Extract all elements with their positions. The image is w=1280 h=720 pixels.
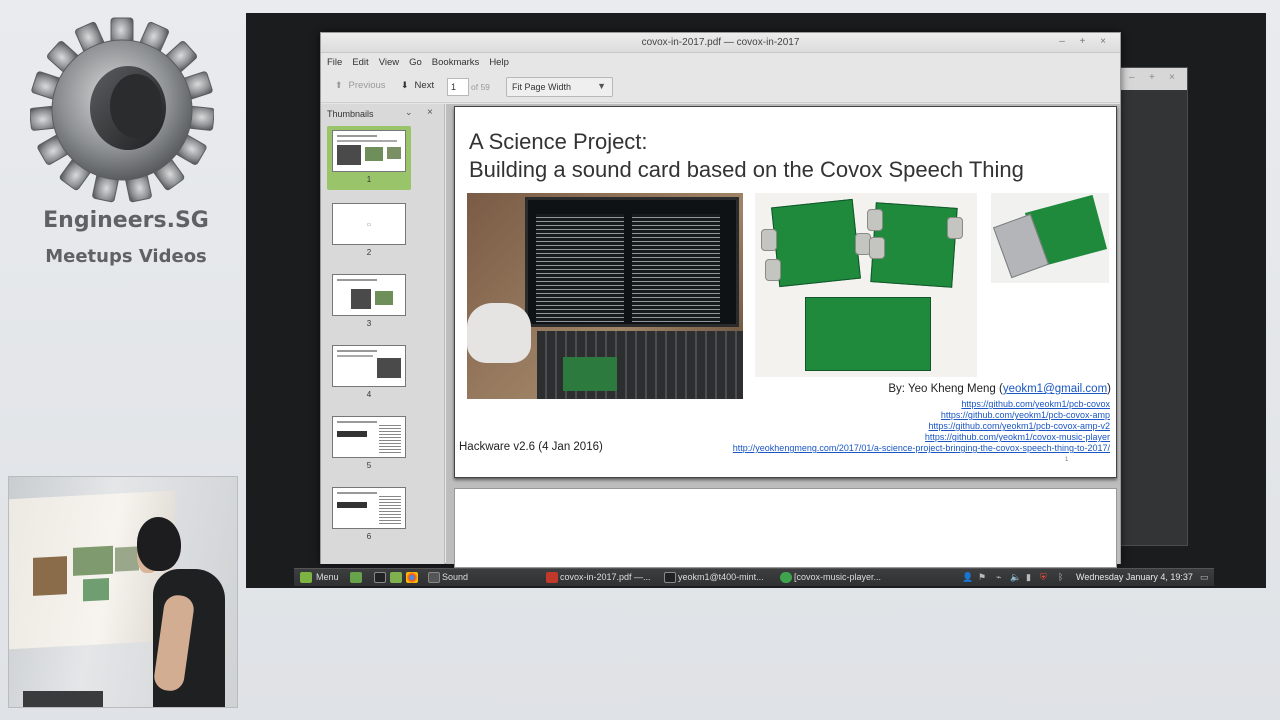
brand-title: Engineers.SG xyxy=(43,208,209,233)
chevron-down-icon: ▼ xyxy=(597,81,606,91)
terminal-task-icon xyxy=(664,572,676,583)
document-view[interactable]: A Science Project: Building a sound card… xyxy=(446,104,1120,568)
link-pcb-covox-amp-v2[interactable]: https://github.com/yeokm1/pcb-covox-amp-… xyxy=(928,421,1110,431)
brand-subtitle: Meetups Videos xyxy=(45,246,207,267)
desktop-screen: – + × covox-in-2017.pdf — covox-in-2017 – … xyxy=(246,13,1266,588)
thumbnail-label: 2 xyxy=(366,248,372,257)
link-blog-post[interactable]: http://yeokhengmeng.com/2017/01/a-scienc… xyxy=(733,443,1110,453)
menubar: File Edit View Go Bookmarks Help xyxy=(321,53,1120,71)
task-sound[interactable]: Sound xyxy=(442,572,468,582)
pdf-viewer-window[interactable]: covox-in-2017.pdf — covox-in-2017 – + × … xyxy=(320,32,1121,568)
task-terminal[interactable]: yeokm1@t400-mint... xyxy=(678,572,764,582)
window-controls[interactable]: – + × xyxy=(1059,36,1112,47)
pdf-app-icon xyxy=(546,572,558,583)
slide-title-line-2: Building a sound card based on the Covox… xyxy=(469,157,1024,182)
previous-button[interactable]: ⬆ Previous xyxy=(335,80,386,91)
arrow-up-icon: ⬆ xyxy=(335,80,343,90)
slide-footer: Hackware v2.6 (4 Jan 2016) xyxy=(459,441,603,453)
user-icon[interactable]: 👤 xyxy=(962,572,973,583)
link-pcb-covox-amp[interactable]: https://github.com/yeokm1/pcb-covox-amp xyxy=(941,410,1110,420)
chevron-down-icon[interactable]: ⌄ xyxy=(405,107,413,118)
thumbnail-label: 1 xyxy=(366,175,372,184)
toolbar: ⬆ Previous ⬇ Next 1 of 59 Fit Page Width ▼ xyxy=(321,71,1120,103)
chrome-icon[interactable] xyxy=(406,572,418,583)
volume-icon[interactable]: 🔈 xyxy=(1010,572,1021,583)
thumbnail-page-2[interactable]: ▭ 2 xyxy=(327,199,411,259)
menu-edit[interactable]: Edit xyxy=(352,57,368,68)
menu-button[interactable]: Menu xyxy=(316,572,339,582)
thumbnail-label: 4 xyxy=(366,390,372,399)
mint-menu-icon[interactable] xyxy=(300,572,312,583)
sidebar-header: Thumbnails ⌄ × xyxy=(321,104,444,122)
page-number-input[interactable]: 1 xyxy=(447,78,469,96)
menu-file[interactable]: File xyxy=(327,57,342,68)
thumbnails-sidebar: Thumbnails ⌄ × 1 ▭ 2 3 4 5 6 xyxy=(321,104,445,564)
pdf-page-1: A Science Project: Building a sound card… xyxy=(454,106,1117,478)
close-icon[interactable]: × xyxy=(427,107,433,118)
laptop-photo xyxy=(467,193,743,399)
author-byline: By: Yeo Kheng Meng (yeokm1@gmail.com) xyxy=(888,383,1111,395)
workspace-icon[interactable]: ▭ xyxy=(1200,572,1209,583)
page-count: of 59 xyxy=(471,82,490,92)
zoom-select[interactable]: Fit Page Width ▼ xyxy=(506,77,613,97)
thumbnail-page-1[interactable]: 1 xyxy=(327,126,411,190)
thumbnail-label: 6 xyxy=(366,532,372,541)
show-desktop-icon[interactable] xyxy=(350,572,362,583)
clock[interactable]: Wednesday January 4, 19:37 xyxy=(1076,572,1193,582)
sidebar-title[interactable]: Thumbnails xyxy=(327,109,374,119)
battery-icon[interactable]: ▮ xyxy=(1026,572,1031,583)
bluetooth-icon[interactable]: ᛒ xyxy=(1058,572,1063,582)
window-titlebar[interactable]: covox-in-2017.pdf — covox-in-2017 – + × xyxy=(321,33,1120,53)
menu-help[interactable]: Help xyxy=(489,57,509,68)
thumbnail-page-5[interactable]: 5 xyxy=(327,412,411,472)
podium xyxy=(23,691,103,707)
arrow-down-icon: ⬇ xyxy=(401,80,409,90)
update-shield-icon[interactable]: ⛨ xyxy=(1040,572,1047,583)
task-browser[interactable]: [covox-music-player... xyxy=(794,572,881,582)
link-covox-music-player[interactable]: https://github.com/yeokm1/covox-music-pl… xyxy=(925,432,1110,442)
thumbnail-label: 3 xyxy=(366,319,372,328)
speaker-camera-inset xyxy=(8,476,238,708)
thumbnail-label: 5 xyxy=(366,461,372,470)
menu-bookmarks[interactable]: Bookmarks xyxy=(432,57,480,68)
background-window[interactable]: – + × xyxy=(1120,67,1188,546)
speaker-head xyxy=(137,517,181,571)
keyboard-layout-icon[interactable]: ⚑ xyxy=(978,572,986,583)
pdf-page-2 xyxy=(454,488,1117,568)
sound-window-icon xyxy=(428,572,440,583)
author-email-link[interactable]: yeokm1@gmail.com xyxy=(1003,383,1107,395)
network-icon[interactable]: ⌁ xyxy=(996,572,1001,583)
menu-view[interactable]: View xyxy=(379,57,399,68)
taskbar: Menu Sound covox-in-2017.pdf —... yeokm1… xyxy=(294,568,1214,586)
terminal-icon[interactable] xyxy=(374,572,386,583)
window-title: covox-in-2017.pdf — covox-in-2017 xyxy=(641,37,800,48)
db25-adapter-photo xyxy=(991,193,1109,283)
slide-page-number: 1 xyxy=(1065,457,1069,463)
task-pdf-viewer[interactable]: covox-in-2017.pdf —... xyxy=(560,572,651,582)
link-pcb-covox[interactable]: https://github.com/yeokm1/pcb-covox xyxy=(961,399,1110,409)
slide-title-line-1: A Science Project: xyxy=(469,129,648,154)
thumbnail-page-3[interactable]: 3 xyxy=(327,270,411,330)
folder-icon[interactable] xyxy=(390,572,402,583)
menu-go[interactable]: Go xyxy=(409,57,422,68)
pcb-boards-photo xyxy=(755,193,977,377)
thumbnail-page-6[interactable]: 6 xyxy=(327,483,411,543)
engineers-sg-gear-logo xyxy=(30,17,214,203)
chrome-task-icon xyxy=(780,572,792,583)
next-button[interactable]: ⬇ Next xyxy=(401,80,434,91)
thumbnail-page-4[interactable]: 4 xyxy=(327,341,411,401)
